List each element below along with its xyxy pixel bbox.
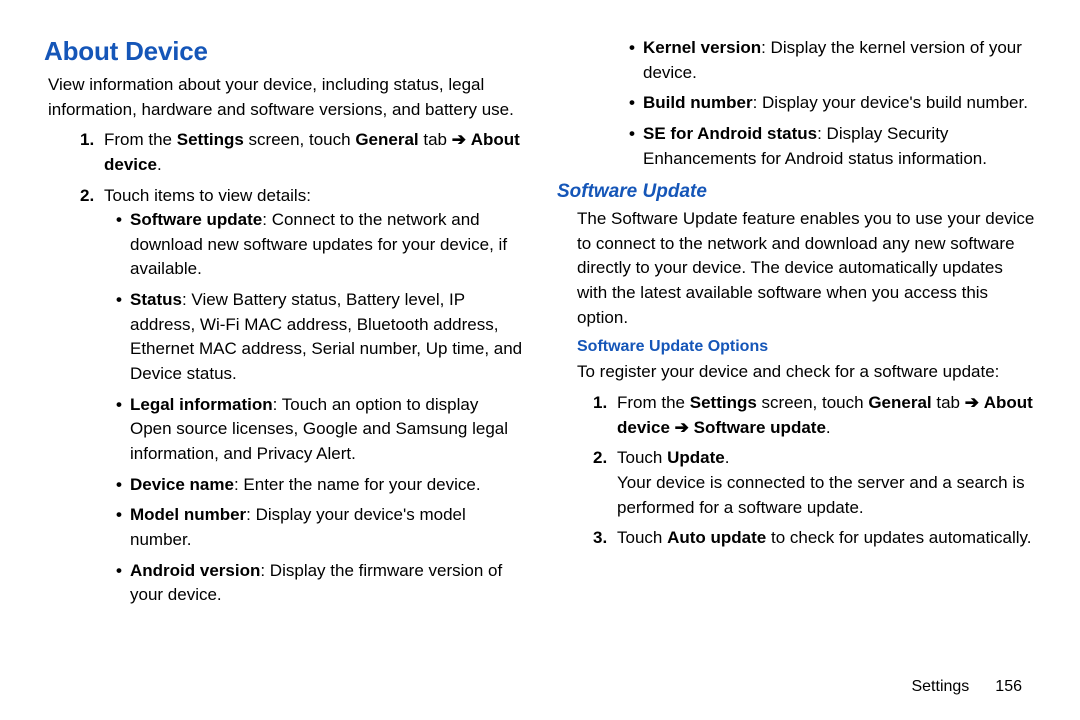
step1-settings: Settings xyxy=(177,130,244,149)
label-kernel-version: Kernel version xyxy=(643,38,761,57)
label-se-android: SE for Android status xyxy=(643,124,817,143)
two-column-layout: About Device View information about your… xyxy=(44,36,1036,636)
detail-software-update: Software update: Connect to the network … xyxy=(116,208,523,282)
swu-step-1: From the Settings screen, touch General … xyxy=(593,391,1036,440)
label-legal: Legal information xyxy=(130,395,273,414)
software-update-options-section: Software Update Options To register your… xyxy=(557,338,1036,550)
s3-pre: Touch xyxy=(617,528,667,547)
about-step-1: From the Settings screen, touch General … xyxy=(80,128,523,177)
footer-page-number: 156 xyxy=(995,678,1022,695)
label-software-update: Software update xyxy=(130,210,262,229)
arrow-icon: ➔ xyxy=(675,418,689,437)
s2-period: . xyxy=(725,448,730,467)
software-update-options-heading: Software Update Options xyxy=(577,338,1036,356)
text-build-number: : Display your device's build number. xyxy=(753,93,1028,112)
software-update-steps: From the Settings screen, touch General … xyxy=(593,391,1036,551)
s2-body: Your device is connected to the server a… xyxy=(617,473,1025,517)
swu-step-3: Touch Auto update to check for updates a… xyxy=(593,526,1036,551)
s1-pre: From the xyxy=(617,393,690,412)
s1-software-update: Software update xyxy=(694,418,826,437)
swu-step-2: Touch Update. Your device is connected t… xyxy=(593,446,1036,520)
s3-auto-update: Auto update xyxy=(667,528,766,547)
page-footer: Settings 156 xyxy=(911,678,1022,696)
detail-android-version: Android version: Display the firmware ve… xyxy=(116,559,523,608)
s1-general: General xyxy=(868,393,931,412)
detail-legal: Legal information: Touch an option to di… xyxy=(116,393,523,467)
label-device-name: Device name xyxy=(130,475,234,494)
detail-build-number: Build number: Display your device's buil… xyxy=(629,91,1036,116)
label-build-number: Build number xyxy=(643,93,753,112)
detail-device-name: Device name: Enter the name for your dev… xyxy=(116,473,523,498)
arrow-icon: ➔ xyxy=(452,130,466,149)
s1-period: . xyxy=(826,418,831,437)
s1-mid: screen, touch xyxy=(757,393,869,412)
detail-status: Status: View Battery status, Battery lev… xyxy=(116,288,523,387)
label-status: Status xyxy=(130,290,182,309)
software-update-intro: The Software Update feature enables you … xyxy=(577,207,1036,330)
footer-section: Settings xyxy=(911,678,969,695)
step1-text-pre: From the xyxy=(104,130,177,149)
text-device-name: : Enter the name for your device. xyxy=(234,475,481,494)
arrow-icon: ➔ xyxy=(965,393,979,412)
about-device-heading: About Device xyxy=(44,36,523,67)
s1-tab: tab xyxy=(932,393,965,412)
s2-update: Update xyxy=(667,448,725,467)
manual-page: About Device View information about your… xyxy=(0,0,1080,720)
step1-text-tab: tab xyxy=(419,130,452,149)
s1-settings: Settings xyxy=(690,393,757,412)
s3-post: to check for updates automatically. xyxy=(766,528,1031,547)
detail-kernel-version: Kernel version: Display the kernel versi… xyxy=(629,36,1036,85)
software-update-section: Software Update The Software Update feat… xyxy=(557,181,1036,330)
s2-pre: Touch xyxy=(617,448,667,467)
step1-period: . xyxy=(157,155,162,174)
software-update-register-text: To register your device and check for a … xyxy=(577,360,1036,385)
detail-se-android: SE for Android status: Display Security … xyxy=(629,122,1036,171)
step2-text: Touch items to view details: xyxy=(104,186,311,205)
text-status: : View Battery status, Battery level, IP… xyxy=(130,290,522,383)
about-device-intro: View information about your device, incl… xyxy=(48,73,523,122)
software-update-heading: Software Update xyxy=(557,181,1036,203)
step1-general: General xyxy=(355,130,418,149)
label-android-version: Android version xyxy=(130,561,260,580)
step1-text-mid: screen, touch xyxy=(244,130,356,149)
label-model-number: Model number xyxy=(130,505,246,524)
detail-model-number: Model number: Display your device's mode… xyxy=(116,503,523,552)
